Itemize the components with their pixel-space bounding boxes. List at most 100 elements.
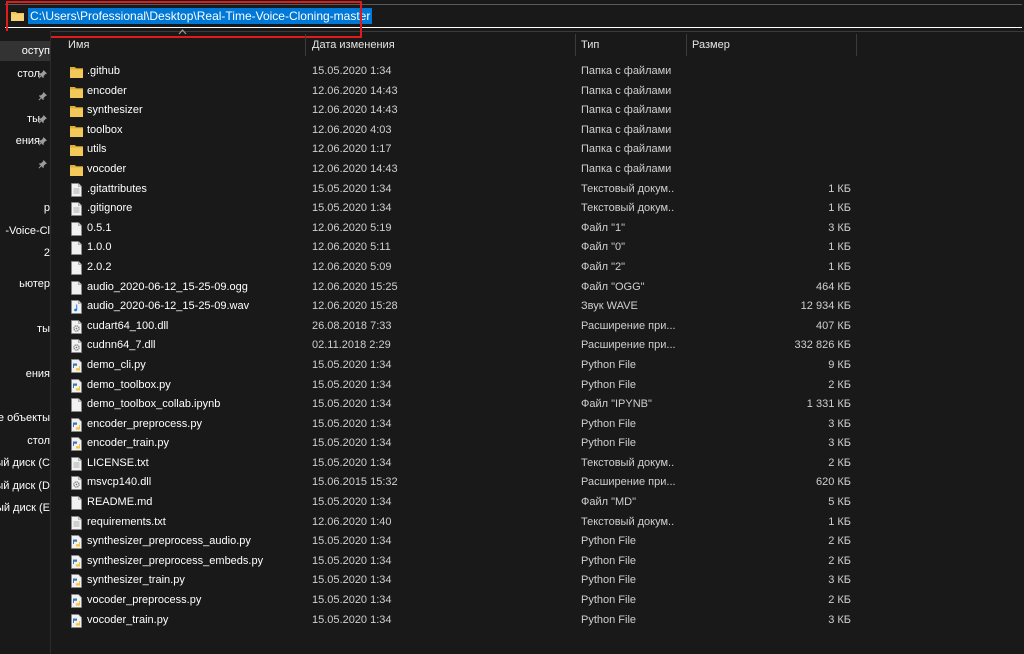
file-date: 02.11.2018 2:29: [312, 339, 391, 352]
file-type: Расширение при...: [581, 319, 675, 332]
python-file-icon: [70, 535, 83, 550]
file-row[interactable]: encoder_preprocess.py 15.05.2020 1:34 Pyth…: [50, 415, 1024, 435]
nav-item[interactable]: -Voice-Cl: [0, 221, 50, 241]
file-name: vocoder: [87, 162, 127, 175]
file-date: 15.05.2020 1:34: [312, 182, 392, 195]
file-row[interactable]: 1.0.0 12.06.2020 5:11 Файл "0" 1 КБ: [50, 238, 1024, 258]
file-row[interactable]: demo_toolbox.py 15.05.2020 1:34 Python Fil…: [50, 376, 1024, 396]
nav-item[interactable]: ения: [0, 131, 50, 151]
nav-item-label: ый диск (C: [0, 457, 50, 469]
file-row[interactable]: 0.5.1 12.06.2020 5:19 Файл "1" 3 КБ: [50, 219, 1024, 239]
nav-item[interactable]: [0, 154, 50, 174]
nav-item[interactable]: оступ: [0, 41, 50, 61]
file-row[interactable]: LICENSE.txt 15.05.2020 1:34 Текстовый доку…: [50, 454, 1024, 474]
file-size: 3 КБ: [828, 613, 851, 626]
nav-item[interactable]: ты: [0, 109, 50, 129]
file-size: 1 331 КБ: [806, 398, 851, 411]
nav-item[interactable]: ения: [0, 364, 50, 384]
file-type: Python File: [581, 613, 637, 626]
file-row[interactable]: toolbox 12.06.2020 4:03 Папка с файлами: [50, 121, 1024, 141]
file-date: 12.06.2020 5:11: [312, 241, 391, 254]
file-size: [680, 101, 851, 121]
file-row[interactable]: synthesizer 12.06.2020 14:43 Папка с файла…: [50, 101, 1024, 121]
file-row[interactable]: README.md 15.05.2020 1:34 Файл "MD" 5 КБ: [50, 493, 1024, 513]
file-row[interactable]: synthesizer_preprocess_embeds.py 15.05.20…: [50, 552, 1024, 572]
column-header-size[interactable]: Размер: [692, 34, 730, 56]
nav-item-label: -Voice-Cl: [5, 225, 50, 237]
folder-icon: [70, 104, 83, 118]
file-row[interactable]: demo_cli.py 15.05.2020 1:34 Python File 9 К…: [50, 356, 1024, 376]
file-type: Python File: [581, 535, 637, 548]
file-row[interactable]: cudnn64_7.dll 02.11.2018 2:29 Расширение п…: [50, 336, 1024, 356]
file-type: Файл "2": [581, 260, 626, 273]
file-date: 15.05.2020 1:34: [312, 535, 392, 548]
nav-item[interactable]: 2: [0, 243, 50, 263]
pin-icon: [38, 70, 47, 79]
file-size: [680, 140, 851, 160]
address-field[interactable]: C:\Users\Professional\Desktop\Real-Time-…: [5, 4, 1022, 28]
file-row[interactable]: synthesizer_preprocess_audio.py 15.05.202…: [50, 532, 1024, 552]
nav-item[interactable]: [0, 296, 50, 316]
file-row[interactable]: synthesizer_train.py 15.05.2020 1:34 Pytho…: [50, 571, 1024, 591]
file-row[interactable]: demo_toolbox_collab.ipynb 15.05.2020 1:34…: [50, 395, 1024, 415]
file-date: 15.05.2020 1:34: [312, 613, 392, 626]
file-row[interactable]: vocoder_preprocess.py 15.05.2020 1:34 Pyth…: [50, 591, 1024, 611]
file-icon: [70, 280, 83, 295]
file-icon: [70, 241, 83, 256]
column-header-type[interactable]: Тип: [581, 34, 599, 56]
nav-item[interactable]: [0, 385, 50, 405]
file-name: audio_2020-06-12_15-25-09.ogg: [87, 280, 248, 293]
file-icon: [70, 221, 83, 236]
file-row[interactable]: vocoder 12.06.2020 14:43 Папка с файлами: [50, 160, 1024, 180]
pin-icon: [38, 115, 47, 124]
file-name: requirements.txt: [87, 515, 166, 528]
file-row[interactable]: encoder_train.py 15.05.2020 1:34 Python Fi…: [50, 434, 1024, 454]
file-type: Расширение при...: [581, 339, 675, 352]
file-row[interactable]: cudart64_100.dll 26.08.2018 7:33 Расширени…: [50, 317, 1024, 337]
column-separator[interactable]: [856, 34, 857, 56]
file-type: Папка с файлами: [581, 162, 672, 175]
file-size: 2 КБ: [828, 456, 851, 469]
nav-item[interactable]: [0, 86, 50, 106]
file-type: Python File: [581, 437, 637, 450]
nav-item[interactable]: стол: [0, 64, 50, 84]
nav-item[interactable]: ый диск (C: [0, 453, 50, 473]
nav-item[interactable]: ый диск (D: [0, 476, 50, 496]
dll-file-icon: [70, 476, 83, 491]
file-row[interactable]: audio_2020-06-12_15-25-09.wav 12.06.2020 …: [50, 297, 1024, 317]
nav-item[interactable]: р: [0, 198, 50, 218]
column-header-name[interactable]: Имя: [68, 34, 89, 56]
nav-item[interactable]: ьютер: [0, 274, 50, 294]
file-type: Python File: [581, 594, 637, 607]
address-path-text[interactable]: C:\Users\Professional\Desktop\Real-Time-…: [28, 8, 373, 24]
file-type: Звук WAVE: [581, 300, 638, 313]
file-row[interactable]: .github 15.05.2020 1:34 Папка с файлами: [50, 62, 1024, 82]
nav-item-label: ения: [15, 135, 40, 147]
column-separator[interactable]: [686, 34, 687, 56]
file-row[interactable]: encoder 12.06.2020 14:43 Папка с файлами: [50, 82, 1024, 102]
nav-item[interactable]: ый диск (E: [0, 498, 50, 518]
file-row[interactable]: vocoder_train.py 15.05.2020 1:34 Python Fi…: [50, 611, 1024, 631]
text-file-icon: [70, 456, 83, 471]
file-row[interactable]: .gitattributes 15.05.2020 1:34 Текстовый д…: [50, 180, 1024, 200]
file-row[interactable]: requirements.txt 12.06.2020 1:40 Текстовый…: [50, 513, 1024, 533]
column-separator[interactable]: [305, 34, 306, 56]
nav-item[interactable]: стол: [0, 431, 50, 451]
file-date: 12.06.2020 14:43: [312, 104, 398, 117]
file-type: Файл "OGG": [581, 280, 645, 293]
file-type: Python File: [581, 554, 637, 567]
column-separator[interactable]: [575, 34, 576, 56]
nav-item[interactable]: е объекты: [0, 408, 50, 428]
file-row[interactable]: utils 12.06.2020 1:17 Папка с файлами: [50, 140, 1024, 160]
file-row[interactable]: .gitignore 15.05.2020 1:34 Текстовый докум…: [50, 199, 1024, 219]
file-list: .github 15.05.2020 1:34 Папка с файлами enc…: [50, 62, 1024, 630]
dll-file-icon: [70, 319, 83, 334]
file-size: [680, 62, 851, 82]
nav-item[interactable]: ты: [0, 319, 50, 339]
file-type: Python File: [581, 378, 637, 391]
nav-item[interactable]: [0, 176, 50, 196]
file-row[interactable]: audio_2020-06-12_15-25-09.ogg 12.06.2020 …: [50, 278, 1024, 298]
file-row[interactable]: 2.0.2 12.06.2020 5:09 Файл "2" 1 КБ: [50, 258, 1024, 278]
column-header-date[interactable]: Дата изменения: [312, 34, 395, 56]
file-row[interactable]: msvcp140.dll 15.06.2015 15:32 Расширение п…: [50, 473, 1024, 493]
